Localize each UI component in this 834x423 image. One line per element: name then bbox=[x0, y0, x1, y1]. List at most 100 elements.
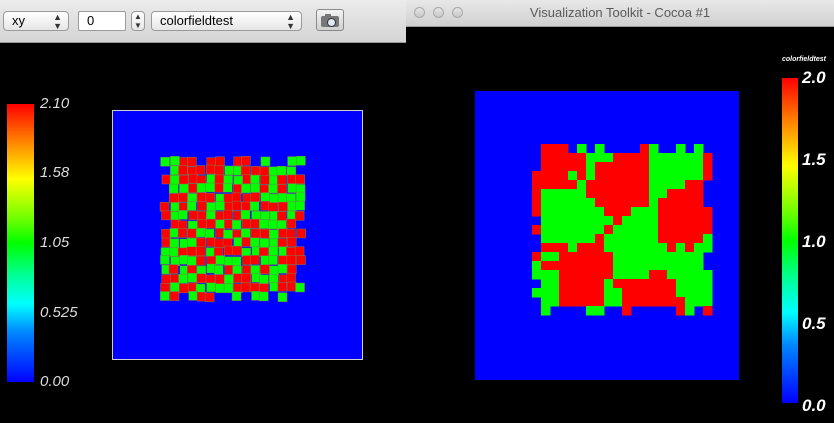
slice-stepper[interactable]: ▲ ▼ bbox=[131, 11, 145, 31]
grain-cell bbox=[622, 225, 632, 235]
grain-field-image bbox=[532, 144, 713, 316]
colorbar-tick-label: 0.5 bbox=[802, 314, 826, 333]
grain-cell bbox=[269, 281, 279, 292]
grain-cell bbox=[649, 288, 659, 298]
grain-cell bbox=[676, 144, 686, 154]
grain-cell bbox=[541, 252, 551, 262]
grain-cell bbox=[559, 144, 569, 154]
grain-cell bbox=[577, 153, 587, 163]
grain-cell bbox=[214, 182, 225, 193]
grain-cell bbox=[187, 193, 197, 203]
grain-cell bbox=[559, 171, 569, 181]
grain-cell bbox=[640, 288, 650, 298]
grain-cell bbox=[214, 238, 224, 248]
grain-cell bbox=[622, 180, 632, 190]
grain-cell bbox=[249, 282, 260, 293]
grain-cell bbox=[277, 174, 287, 185]
grain-cell bbox=[532, 252, 542, 262]
grain-cell bbox=[268, 166, 279, 177]
grain-cell bbox=[604, 153, 614, 163]
grain-cell bbox=[613, 198, 623, 208]
grain-cell bbox=[286, 228, 296, 239]
grain-cell bbox=[550, 180, 560, 190]
grain-cell bbox=[631, 162, 641, 172]
grain-cell bbox=[631, 252, 641, 262]
grain-cell bbox=[649, 144, 659, 154]
grain-cell bbox=[233, 237, 244, 247]
grain-cell bbox=[161, 274, 172, 285]
grain-cell bbox=[286, 193, 296, 203]
grain-cell bbox=[541, 162, 551, 172]
grain-cell bbox=[258, 247, 269, 257]
grain-cell bbox=[694, 180, 704, 190]
grain-cell bbox=[196, 255, 206, 266]
grain-cell bbox=[214, 174, 225, 185]
grain-cell bbox=[286, 166, 297, 176]
grain-cell bbox=[631, 207, 641, 217]
grain-cell bbox=[595, 225, 605, 235]
grain-cell bbox=[658, 153, 668, 163]
grain-cell bbox=[187, 156, 197, 167]
grain-cell bbox=[604, 288, 614, 298]
stepper-up-icon[interactable]: ▲ bbox=[134, 13, 142, 21]
grain-cell bbox=[685, 207, 695, 217]
grain-cell bbox=[541, 153, 551, 163]
grain-cell bbox=[206, 164, 216, 175]
grain-cell bbox=[168, 183, 179, 194]
grain-cell bbox=[213, 265, 224, 275]
grain-cell bbox=[223, 283, 234, 294]
grain-cell bbox=[197, 201, 207, 211]
grain-cell bbox=[532, 270, 542, 280]
grain-cell bbox=[631, 270, 641, 280]
grain-cell bbox=[223, 209, 233, 220]
grain-cell bbox=[622, 297, 632, 307]
grain-cell bbox=[286, 218, 297, 229]
grain-cell bbox=[703, 288, 713, 298]
colorbar-tick-label: 1.5 bbox=[802, 150, 826, 169]
grain-cell bbox=[676, 306, 686, 316]
grain-cell bbox=[604, 162, 614, 172]
grain-cell bbox=[278, 201, 288, 212]
grain-cell bbox=[550, 207, 560, 217]
render-view[interactable] bbox=[475, 91, 739, 380]
grain-cell bbox=[604, 216, 614, 226]
grain-cell bbox=[685, 225, 695, 235]
grain-cell bbox=[287, 201, 297, 212]
grain-cell bbox=[197, 219, 207, 230]
grain-cell bbox=[550, 279, 560, 289]
grain-cell bbox=[658, 288, 668, 298]
grain-cell bbox=[541, 225, 551, 235]
grain-cell bbox=[541, 261, 551, 271]
grain-cell bbox=[595, 270, 605, 280]
grain-cell bbox=[559, 252, 569, 262]
screenshot-camera-button[interactable] bbox=[316, 9, 344, 31]
stepper-down-icon[interactable]: ▼ bbox=[134, 22, 142, 30]
grain-cell bbox=[550, 171, 560, 181]
grain-cell bbox=[276, 166, 287, 176]
grain-cell bbox=[195, 227, 206, 238]
field-select[interactable]: colorfieldtest ▲ ▼ bbox=[151, 11, 302, 31]
grain-cell bbox=[631, 243, 641, 253]
view-plane-select[interactable]: xy ▲ ▼ bbox=[3, 11, 69, 31]
grain-cell bbox=[532, 171, 542, 181]
grain-cell bbox=[231, 291, 242, 301]
grain-cell bbox=[269, 193, 279, 204]
grain-cell bbox=[658, 252, 668, 262]
grain-cell bbox=[559, 288, 569, 298]
grain-cell bbox=[250, 218, 260, 229]
grain-cell bbox=[658, 162, 668, 172]
slice-index-field[interactable]: 0 bbox=[78, 11, 126, 31]
grain-cell bbox=[667, 252, 677, 262]
grain-cell bbox=[694, 261, 704, 271]
grain-field-plot[interactable] bbox=[112, 110, 363, 360]
grain-cell bbox=[595, 180, 605, 190]
grain-cell bbox=[649, 252, 659, 262]
grain-cell bbox=[267, 219, 278, 230]
grain-cell bbox=[595, 171, 605, 181]
grain-cell bbox=[250, 166, 261, 176]
grain-cell bbox=[159, 202, 170, 212]
grain-cell bbox=[241, 237, 252, 247]
grain-cell bbox=[160, 291, 170, 301]
grain-cell bbox=[215, 219, 225, 230]
grain-cell bbox=[277, 238, 287, 248]
